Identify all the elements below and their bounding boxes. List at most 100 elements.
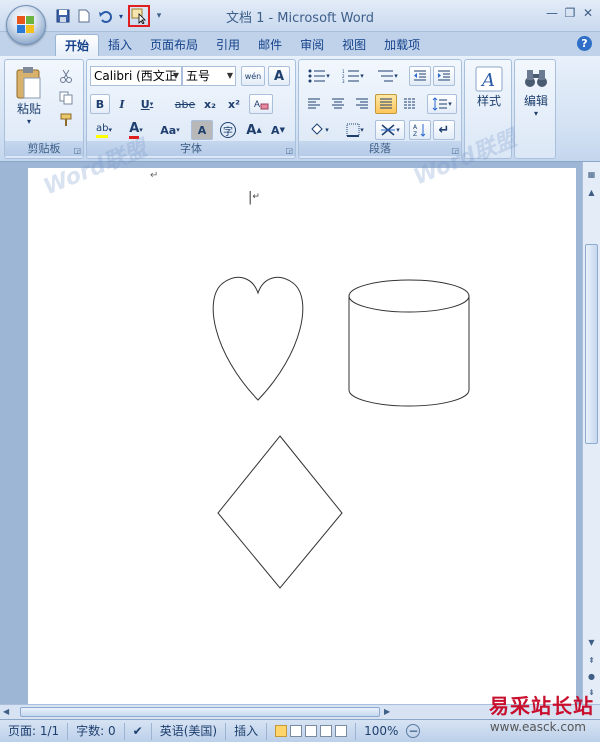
- vertical-scrollbar[interactable]: ▦ ▲ ▼ ⇞ ● ⇟: [582, 162, 600, 704]
- change-case-button[interactable]: Aa ▾: [155, 120, 185, 140]
- document-page[interactable]: ↵ |↵: [28, 168, 576, 704]
- copy-button[interactable]: [55, 88, 77, 108]
- customize-qat-icon[interactable]: ▾: [153, 7, 165, 25]
- tab-page-layout[interactable]: 页面布局: [141, 34, 207, 56]
- scroll-right-icon[interactable]: ▶: [384, 707, 390, 716]
- scroll-left-icon[interactable]: ◀: [3, 707, 9, 716]
- strikethrough-button[interactable]: abe: [173, 94, 197, 114]
- phonetic-guide-button[interactable]: wén: [241, 66, 265, 86]
- binoculars-icon: [525, 70, 547, 87]
- save-button[interactable]: [54, 7, 72, 25]
- styles-button[interactable]: A 样式: [469, 66, 509, 109]
- distributed-button[interactable]: [399, 94, 421, 114]
- tab-references[interactable]: 引用: [207, 34, 249, 56]
- tab-add-ins[interactable]: 加载项: [375, 34, 429, 56]
- decrease-indent-button[interactable]: [409, 66, 431, 86]
- align-left-button[interactable]: [303, 94, 325, 114]
- restore-button[interactable]: ❐: [562, 5, 578, 21]
- subscript-button[interactable]: x₂: [199, 94, 221, 114]
- browse-object-icon[interactable]: ●: [585, 670, 598, 683]
- bold-button[interactable]: B: [90, 94, 110, 114]
- justify-icon: [380, 98, 392, 109]
- shading-button[interactable]: ▾: [303, 120, 335, 140]
- italic-label: I: [119, 97, 125, 111]
- draft-view-icon[interactable]: [335, 724, 348, 737]
- close-button[interactable]: ✕: [580, 5, 596, 21]
- clear-formatting-button[interactable]: A: [249, 94, 273, 114]
- page-count[interactable]: 页面: 1/1: [0, 722, 69, 740]
- tab-home[interactable]: 开始: [55, 34, 100, 56]
- borders-icon: [346, 123, 360, 137]
- web-layout-icon[interactable]: [305, 724, 318, 737]
- font-size-combo[interactable]: 五号 ▼: [182, 66, 236, 86]
- help-icon[interactable]: ?: [577, 36, 592, 51]
- align-center-button[interactable]: [327, 94, 349, 114]
- character-border-button[interactable]: A: [268, 66, 290, 86]
- bullets-button[interactable]: ▾: [303, 66, 335, 86]
- ruler-toggle-icon[interactable]: ▦: [585, 168, 598, 181]
- tab-view[interactable]: 视图: [333, 34, 375, 56]
- previous-page-icon[interactable]: ⇞: [585, 654, 598, 667]
- superscript-button[interactable]: x²: [223, 94, 245, 114]
- undo-button[interactable]: [96, 7, 114, 25]
- numbering-button[interactable]: 1 2 3 ▾: [337, 66, 369, 86]
- office-button[interactable]: [6, 5, 46, 45]
- print-layout-view-icon[interactable]: [275, 724, 288, 737]
- undo-icon: [99, 11, 112, 23]
- tab-insert[interactable]: 插入: [99, 34, 141, 56]
- highlight-button[interactable]: ab ▾: [90, 120, 118, 140]
- tab-mailings[interactable]: 邮件: [249, 34, 291, 56]
- clipboard-launcher-icon[interactable]: ◲: [73, 146, 81, 155]
- outline-view-icon[interactable]: [320, 724, 333, 737]
- paste-button[interactable]: 粘贴 ▾: [11, 66, 47, 126]
- justify-button[interactable]: [375, 94, 397, 114]
- font-launcher-icon[interactable]: ◲: [285, 146, 293, 155]
- quick-access-toolbar: ▾ ▾: [54, 5, 165, 27]
- character-shading-button[interactable]: A: [191, 120, 213, 140]
- grow-font-button[interactable]: A ▲: [243, 120, 265, 140]
- svg-text:Z: Z: [413, 131, 417, 137]
- underline-button[interactable]: U ▾: [134, 94, 160, 114]
- scroll-down-icon[interactable]: ▼: [585, 636, 598, 649]
- align-right-button[interactable]: [351, 94, 373, 114]
- sort-button[interactable]: AZ: [409, 120, 431, 140]
- language-indicator[interactable]: 英语(美国): [152, 722, 227, 740]
- heart-shape[interactable]: [212, 276, 304, 401]
- grow-font-label: A: [246, 122, 257, 138]
- new-document-button[interactable]: [75, 7, 93, 25]
- increase-indent-button[interactable]: [433, 66, 455, 86]
- italic-button[interactable]: I: [112, 94, 132, 114]
- format-painter-qat-button[interactable]: [128, 5, 150, 27]
- undo-dropdown-icon[interactable]: ▾: [117, 7, 125, 25]
- format-painter-button[interactable]: [55, 110, 77, 130]
- minimize-button[interactable]: —: [544, 5, 560, 21]
- scroll-up-icon[interactable]: ▲: [585, 186, 598, 199]
- cut-button[interactable]: [55, 66, 77, 86]
- diamond-shape[interactable]: [217, 435, 343, 589]
- zoom-out-icon[interactable]: −: [406, 724, 421, 738]
- full-screen-reading-icon[interactable]: [290, 724, 303, 737]
- new-document-icon: [78, 9, 90, 23]
- zoom-level[interactable]: 100%: [356, 723, 406, 740]
- editing-label: 编辑: [523, 94, 548, 108]
- insert-mode[interactable]: 插入: [226, 722, 268, 740]
- line-spacing-button[interactable]: ▾: [427, 94, 457, 114]
- font-name-combo[interactable]: Calibri (西文正 ▼: [90, 66, 182, 86]
- enclose-characters-button[interactable]: 字: [217, 120, 239, 140]
- editing-button[interactable]: 编辑 ▾: [517, 66, 555, 118]
- show-marks-button[interactable]: ↵: [433, 120, 455, 140]
- font-color-button[interactable]: A ▾: [122, 120, 150, 140]
- proofing-icon[interactable]: ✔: [125, 722, 152, 740]
- vertical-scroll-thumb[interactable]: [585, 244, 598, 444]
- horizontal-scroll-thumb[interactable]: [20, 707, 380, 717]
- cylinder-shape[interactable]: [348, 279, 470, 407]
- paragraph-launcher-icon[interactable]: ◲: [451, 146, 459, 155]
- shrink-font-label: A: [271, 123, 280, 137]
- tab-review[interactable]: 审阅: [291, 34, 333, 56]
- shrink-font-button[interactable]: A ▼: [267, 120, 289, 140]
- asian-layout-button[interactable]: ▾: [375, 120, 405, 140]
- borders-button[interactable]: ▾: [339, 120, 371, 140]
- distributed-align-icon: [404, 98, 416, 109]
- multilevel-list-button[interactable]: ▾: [371, 66, 403, 86]
- word-count[interactable]: 字数: 0: [68, 722, 125, 740]
